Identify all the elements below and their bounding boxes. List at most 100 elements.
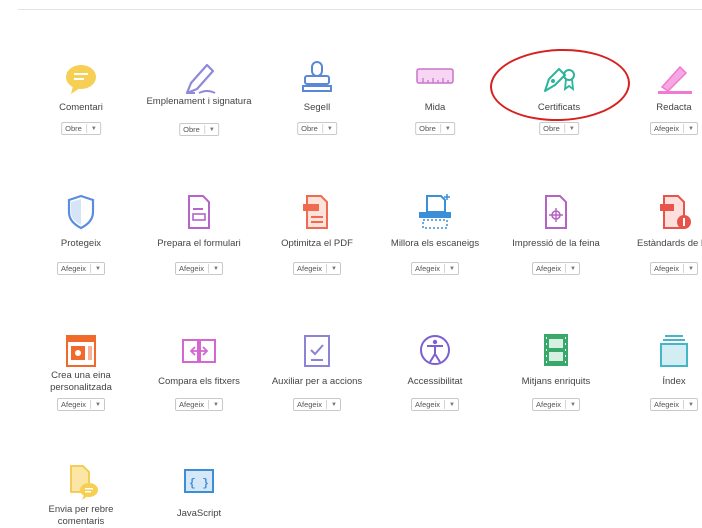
- button-label: Afegeix: [297, 400, 323, 409]
- chevron-down-icon[interactable]: ▼: [213, 402, 219, 408]
- tool-auxiliar[interactable]: Auxiliar per a accions Afegeix ▼: [258, 330, 376, 430]
- chevron-down-icon[interactable]: ▼: [445, 126, 451, 132]
- add-button[interactable]: Afegeix ▼: [650, 122, 698, 135]
- add-button[interactable]: Afegeix ▼: [293, 262, 341, 275]
- tool-label: Accessibilitat: [407, 376, 463, 387]
- button-label: Afegeix: [179, 400, 205, 409]
- tool-label: Índex: [662, 376, 686, 387]
- scan-icon: [413, 190, 457, 234]
- stamp-icon: [295, 57, 339, 101]
- tool-label: Emplenament i signatura: [146, 96, 252, 107]
- add-button[interactable]: Afegeix ▼: [175, 262, 223, 275]
- open-button[interactable]: Obre ▼: [61, 122, 101, 135]
- tool-comentari[interactable]: Comentari Obre ▼: [22, 55, 140, 155]
- tool-redacta[interactable]: Redacta Afegeix ▼: [615, 55, 702, 155]
- open-button[interactable]: Obre ▼: [297, 122, 337, 135]
- tool-index[interactable]: Índex Afegeix ▼: [615, 330, 702, 430]
- button-label: Obre: [543, 124, 560, 133]
- speech-bubble-icon: [59, 57, 103, 101]
- chevron-down-icon[interactable]: ▼: [91, 126, 97, 132]
- open-button[interactable]: Obre ▼: [539, 122, 579, 135]
- add-button[interactable]: Afegeix ▼: [650, 398, 698, 411]
- tool-label: Millora els escaneigs: [390, 238, 480, 249]
- button-label: Obre: [183, 125, 200, 134]
- button-label: Afegeix: [536, 264, 562, 273]
- tool-emplenament[interactable]: Emplenament i signatura Obre ▼: [140, 55, 258, 155]
- ruler-icon: [413, 57, 457, 101]
- tool-mitjans[interactable]: Mitjans enriquits Afegeix ▼: [497, 330, 615, 430]
- chevron-down-icon[interactable]: ▼: [688, 402, 694, 408]
- chevron-down-icon[interactable]: ▼: [331, 266, 337, 272]
- tool-label: Protegeix: [60, 238, 102, 249]
- chevron-down-icon[interactable]: ▼: [569, 126, 575, 132]
- javascript-icon: { }: [177, 462, 221, 506]
- tool-protegeix[interactable]: Protegeix Afegeix ▼: [22, 188, 140, 288]
- tool-mida[interactable]: Mida Obre ▼: [376, 55, 494, 155]
- send-for-comments-icon: [59, 462, 103, 506]
- tool-crea-eina[interactable]: Crea una eina personalitzada Afegeix ▼: [22, 330, 140, 430]
- rich-media-icon: [534, 330, 578, 374]
- pdf-standards-icon: [652, 190, 696, 234]
- tool-accessibilitat[interactable]: Accessibilitat Afegeix ▼: [376, 330, 494, 430]
- button-label: Afegeix: [61, 264, 87, 273]
- add-button[interactable]: Afegeix ▼: [57, 398, 105, 411]
- add-button[interactable]: Afegeix ▼: [411, 262, 459, 275]
- add-button[interactable]: Afegeix ▼: [175, 398, 223, 411]
- add-button[interactable]: Afegeix ▼: [650, 262, 698, 275]
- form-icon: [177, 190, 221, 234]
- tool-escaneigs[interactable]: Millora els escaneigs Afegeix ▼: [376, 188, 494, 288]
- button-label: Obre: [301, 124, 318, 133]
- chevron-down-icon[interactable]: ▼: [213, 266, 219, 272]
- chevron-down-icon[interactable]: ▼: [688, 126, 694, 132]
- tool-estandards[interactable]: Estàndards de P Afegeix ▼: [615, 188, 702, 288]
- tool-label: Impressió de la feina: [512, 238, 600, 249]
- tool-label: Redacta: [656, 102, 692, 113]
- top-divider: [18, 9, 702, 10]
- button-label: Afegeix: [536, 400, 562, 409]
- tool-label: Crea una eina personalitzada: [50, 370, 112, 393]
- tool-label: Envia per rebre comentaris: [48, 504, 114, 527]
- tool-envia[interactable]: Envia per rebre comentaris: [22, 462, 140, 527]
- shield-icon: [59, 190, 103, 234]
- add-button[interactable]: Afegeix ▼: [532, 398, 580, 411]
- tool-label: Segell: [303, 102, 331, 113]
- compare-files-icon: [177, 330, 221, 374]
- add-button[interactable]: Afegeix ▼: [57, 262, 105, 275]
- tool-javascript[interactable]: { } JavaScript: [140, 462, 258, 522]
- chevron-down-icon[interactable]: ▼: [327, 126, 333, 132]
- chevron-down-icon[interactable]: ▼: [449, 402, 455, 408]
- chevron-down-icon[interactable]: ▼: [95, 402, 101, 408]
- open-button[interactable]: Obre ▼: [415, 122, 455, 135]
- button-label: Obre: [419, 124, 436, 133]
- chevron-down-icon[interactable]: ▼: [570, 402, 576, 408]
- tool-impressio[interactable]: Impressió de la feina Afegeix ▼: [497, 188, 615, 288]
- chevron-down-icon[interactable]: ▼: [449, 266, 455, 272]
- chevron-down-icon[interactable]: ▼: [209, 127, 215, 133]
- button-label: Afegeix: [415, 264, 441, 273]
- tool-optimitza[interactable]: Optimitza el PDF Afegeix ▼: [258, 188, 376, 288]
- tool-label: Estàndards de P: [637, 238, 702, 249]
- accessibility-icon: [413, 330, 457, 374]
- tool-compara[interactable]: Compara els fitxers Afegeix ▼: [140, 330, 258, 430]
- add-button[interactable]: Afegeix ▼: [532, 262, 580, 275]
- button-label: Afegeix: [61, 400, 87, 409]
- tool-label: Auxiliar per a accions: [271, 376, 363, 387]
- action-wizard-icon: [295, 330, 339, 374]
- chevron-down-icon[interactable]: ▼: [95, 266, 101, 272]
- chevron-down-icon[interactable]: ▼: [570, 266, 576, 272]
- button-label: Afegeix: [415, 400, 441, 409]
- print-production-icon: [534, 190, 578, 234]
- tool-label: Optimitza el PDF: [281, 238, 353, 249]
- chevron-down-icon[interactable]: ▼: [688, 266, 694, 272]
- custom-tool-icon: [59, 330, 103, 374]
- open-button[interactable]: Obre ▼: [179, 123, 219, 136]
- tool-segell[interactable]: Segell Obre ▼: [258, 55, 376, 155]
- add-button[interactable]: Afegeix ▼: [411, 398, 459, 411]
- svg-text:{ }: { }: [189, 478, 209, 490]
- tool-formulari[interactable]: Prepara el formulari Afegeix ▼: [140, 188, 258, 288]
- tool-label: Compara els fitxers: [158, 376, 240, 387]
- add-button[interactable]: Afegeix ▼: [293, 398, 341, 411]
- chevron-down-icon[interactable]: ▼: [331, 402, 337, 408]
- button-label: Afegeix: [654, 264, 680, 273]
- optimize-pdf-icon: [295, 190, 339, 234]
